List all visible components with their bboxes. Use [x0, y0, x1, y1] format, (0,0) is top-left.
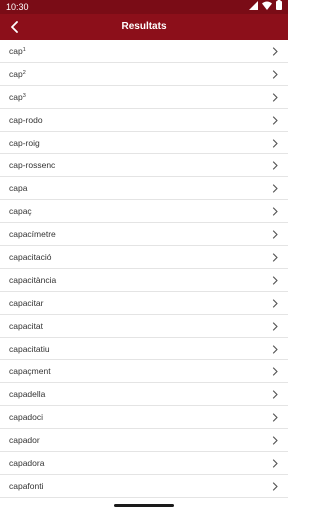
list-item-label: capaç: [9, 200, 32, 222]
list-item-label: capacitar: [9, 292, 44, 314]
status-icons: [249, 0, 282, 14]
list-item-word: capacitat: [9, 320, 44, 331]
list-item-label: capafonti: [9, 475, 44, 497]
list-item[interactable]: capadoci: [0, 406, 288, 430]
list-item-word: capafonti: [9, 480, 44, 491]
list-item-word: capacitatiu: [9, 343, 50, 354]
wifi-icon: [262, 0, 272, 14]
chevron-right-icon: [272, 116, 278, 125]
list-item-word: cap-rodo: [9, 114, 43, 125]
list-item-word: capacímetre: [9, 229, 56, 240]
battery-icon: [276, 0, 282, 14]
chevron-right-icon: [272, 367, 278, 377]
chevron-right-icon: [272, 459, 278, 468]
list-item-label: cap3: [9, 86, 26, 108]
chevron-right-icon: [272, 93, 278, 102]
list-item[interactable]: cap-rossenc: [0, 154, 288, 178]
list-item-word: cap: [9, 68, 23, 79]
list-item-label: cap-rodo: [9, 109, 43, 131]
list-item-word: cap: [9, 91, 23, 102]
list-item[interactable]: capacitar: [0, 292, 288, 315]
list-item[interactable]: capadella: [0, 383, 288, 407]
list-item[interactable]: capacitància: [0, 269, 288, 292]
list-item-superscript: 2: [22, 69, 26, 76]
list-item-word: capa: [9, 183, 28, 194]
list-item[interactable]: capacitat: [0, 315, 288, 338]
list-item[interactable]: cap3: [0, 86, 288, 109]
list-item-label: capador: [9, 429, 40, 451]
chevron-right-icon: [272, 161, 278, 171]
list-item-label: capacitat: [9, 315, 43, 337]
status-time: 10:30: [6, 2, 29, 12]
chevron-right-icon: [272, 230, 278, 239]
list-item-word: capacitació: [9, 252, 52, 263]
list-item[interactable]: capacitació: [0, 246, 288, 269]
list-item[interactable]: capaç: [0, 200, 288, 224]
signal-icon: [249, 0, 258, 14]
chevron-right-icon: [272, 322, 278, 331]
gesture-handle[interactable]: [114, 504, 174, 507]
chevron-right-icon: [272, 390, 278, 399]
list-item-label: cap2: [9, 63, 26, 85]
list-item-label: capadella: [9, 383, 45, 405]
chevron-right-icon: [272, 344, 278, 354]
list-item[interactable]: capaçment: [0, 360, 288, 384]
app-bar: Resultats: [0, 14, 288, 40]
list-item-label: capacitatiu: [9, 338, 50, 360]
list-item-label: capacitància: [9, 269, 56, 291]
chevron-right-icon: [272, 276, 278, 285]
chevron-right-icon: [272, 138, 278, 148]
list-item[interactable]: capadora: [0, 452, 288, 475]
list-item-word: capacitar: [9, 297, 44, 308]
list-item-word: cap-rossenc: [9, 160, 56, 171]
chevron-right-icon: [272, 299, 278, 308]
status-bar: 10:30: [0, 0, 288, 14]
list-item-label: capacímetre: [9, 223, 56, 245]
list-item-word: cap-roig: [9, 137, 40, 148]
list-item[interactable]: cap1: [0, 40, 288, 63]
chevron-right-icon: [272, 413, 278, 422]
list-item-word: cap: [9, 46, 23, 56]
chevron-right-icon: [272, 482, 278, 491]
list-item[interactable]: capafonti: [0, 475, 288, 498]
list-item-label: cap-rossenc: [9, 154, 55, 176]
list-item-label: capadora: [9, 452, 44, 474]
list-item-label: capaçment: [9, 360, 51, 382]
chevron-right-icon: [272, 70, 278, 79]
chevron-right-icon: [272, 436, 278, 445]
list-item-word: capaç: [9, 206, 32, 217]
list-item-label: capadoci: [9, 406, 43, 428]
list-item[interactable]: capacímetre: [0, 223, 288, 247]
list-item-word: capador: [9, 435, 40, 446]
list-item[interactable]: cap2: [0, 63, 288, 86]
list-item-word: capadora: [9, 458, 45, 469]
list-item-label: capa: [9, 177, 27, 199]
list-item-label: cap1: [9, 40, 26, 62]
list-item-label: cap-roig: [9, 132, 40, 154]
list-item-superscript: 1: [22, 47, 26, 53]
list-item-word: capaçment: [9, 366, 51, 377]
list-item[interactable]: capa: [0, 177, 288, 201]
chevron-right-icon: [272, 207, 278, 216]
list-item[interactable]: capador: [0, 429, 288, 453]
list-item-word: capacitància: [9, 274, 57, 285]
chevron-right-icon: [272, 184, 278, 193]
chevron-right-icon: [272, 47, 278, 56]
page-title: Resultats: [121, 21, 167, 32]
results-list: cap1 cap2 cap3 cap-rodo cap-roig cap-rossenc c…: [0, 40, 288, 498]
list-item-word: capadella: [9, 389, 46, 400]
chevron-right-icon: [272, 253, 278, 262]
list-item-superscript: 3: [22, 92, 26, 99]
system-nav-bar: [0, 500, 288, 512]
list-item[interactable]: capacitatiu: [0, 338, 288, 361]
list-item-word: capadoci: [9, 412, 44, 423]
list-item-label: capacitació: [9, 246, 52, 268]
list-item[interactable]: cap-rodo: [0, 109, 288, 132]
list-item[interactable]: cap-roig: [0, 132, 288, 155]
